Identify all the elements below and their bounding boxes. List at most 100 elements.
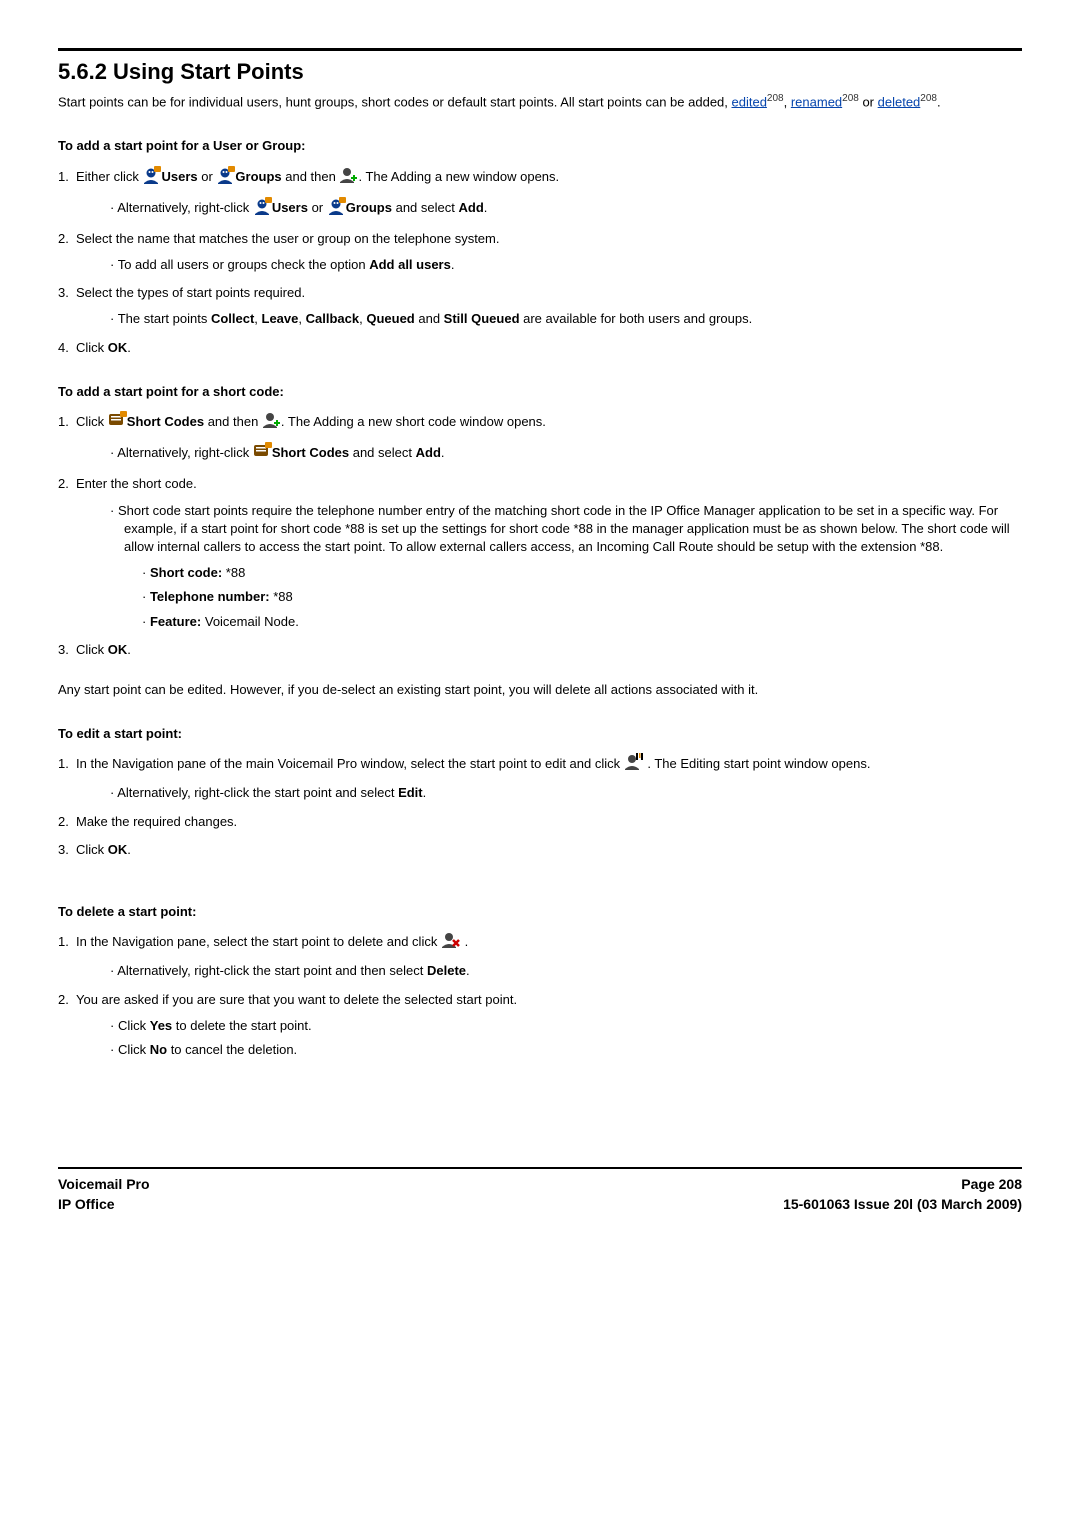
step1-sub-b: or	[308, 200, 327, 215]
short-codes-label-b: Short Codes	[272, 445, 349, 460]
ref-208-c: 208	[920, 93, 937, 104]
del-step1-sub: Alternatively, right-click the start poi…	[110, 962, 1022, 980]
ft-label: Feature:	[150, 614, 201, 629]
sc1-sub-a: Alternatively, right-click	[117, 445, 253, 460]
d2-text: You are asked if you are sure that you w…	[76, 992, 517, 1007]
edit-step-3: 3.Click OK.	[58, 841, 1022, 859]
edit-icon	[624, 753, 644, 776]
ref-208-b: 208	[842, 93, 859, 104]
callback-label: Callback	[306, 311, 359, 326]
steps-edit: 1.In the Navigation pane of the main Voi…	[58, 753, 1022, 859]
step1-text-a: Either click	[76, 169, 142, 184]
top-rule	[58, 48, 1022, 51]
e1-sub-b: .	[423, 785, 427, 800]
section-edit-heading: To edit a start point:	[58, 725, 1022, 743]
footer-page: Page 208	[783, 1175, 1022, 1195]
users-label: Users	[161, 169, 197, 184]
d2s2-a: Click	[118, 1042, 150, 1057]
d1-sub-b: .	[466, 963, 470, 978]
step2-sub-a: To add all users or groups check the opt…	[118, 257, 369, 272]
users-icon-b	[253, 197, 272, 220]
ref-208-a: 208	[767, 93, 784, 104]
sc-step-3: 3.Click OK.	[58, 641, 1022, 659]
step1-text-b: or	[198, 169, 217, 184]
sc-step1-sub: Alternatively, right-click Short Codes a…	[110, 442, 1022, 465]
add-icon	[339, 166, 358, 189]
link-deleted[interactable]: deleted	[878, 94, 921, 109]
e1-a: In the Navigation pane of the main Voice…	[76, 756, 624, 771]
footer-system: IP Office	[58, 1195, 150, 1215]
intro-paragraph: Start points can be for individual users…	[58, 92, 1022, 112]
footer-product: Voicemail Pro	[58, 1175, 150, 1195]
tn-val: *88	[270, 589, 293, 604]
sc-detail-shortcode: Short code: *88	[142, 564, 1022, 582]
no-label: No	[150, 1042, 167, 1057]
collect-label: Collect	[211, 311, 254, 326]
footer-rule	[58, 1167, 1022, 1169]
delete-icon	[441, 931, 461, 954]
step3-text: Select the types of start points require…	[76, 285, 305, 300]
groups-label: Groups	[235, 169, 281, 184]
sep-2: or	[859, 94, 878, 109]
short-codes-icon	[108, 411, 127, 434]
sc2-sub-para-text: Short code start points require the tele…	[118, 503, 1010, 554]
edit-intro-para: Any start point can be edited. However, …	[58, 681, 1022, 699]
groups-label-b: Groups	[346, 200, 392, 215]
d1-b: .	[461, 934, 468, 949]
d2s1-b: to delete the start point.	[172, 1018, 311, 1033]
sc-label: Short code:	[150, 565, 222, 580]
steps-add-user-group: 1.Either click Users or Groups and then …	[58, 166, 1022, 357]
link-renamed[interactable]: renamed	[791, 94, 842, 109]
yes-label: Yes	[150, 1018, 172, 1033]
step1-text-c: and then	[282, 169, 340, 184]
sep-1: ,	[784, 94, 791, 109]
sc1-sub-c: .	[441, 445, 445, 460]
d2s2-b: to cancel the deletion.	[167, 1042, 297, 1057]
step1-sub-c: and select	[392, 200, 459, 215]
edit-step-1: 1.In the Navigation pane of the main Voi…	[58, 753, 1022, 802]
del-step-1: 1.In the Navigation pane, select the sta…	[58, 931, 1022, 980]
edit-step1-sub: Alternatively, right-click the start poi…	[110, 784, 1022, 802]
step3-sub-and: and	[415, 311, 444, 326]
sc3-b: .	[127, 642, 131, 657]
ok-label-1: OK	[108, 340, 128, 355]
users-label-b: Users	[272, 200, 308, 215]
sc-detail-feature: Feature: Voicemail Node.	[142, 613, 1022, 631]
step2-sub: To add all users or groups check the opt…	[110, 256, 1022, 274]
intro-text-pre: Start points can be for individual users…	[58, 94, 732, 109]
short-codes-label: Short Codes	[127, 414, 204, 429]
e3-a: Click	[76, 842, 108, 857]
step-2: 2.Select the name that matches the user …	[58, 230, 1022, 274]
step2-text: Select the name that matches the user or…	[76, 231, 499, 246]
short-codes-icon-b	[253, 442, 272, 465]
sc-val: *88	[222, 565, 245, 580]
ok-label-3: OK	[108, 842, 128, 857]
d2s1-a: Click	[118, 1018, 150, 1033]
sc-detail-telephone: Telephone number: *88	[142, 588, 1022, 606]
queued-label: Queued	[366, 311, 414, 326]
step3-sub: The start points Collect, Leave, Callbac…	[110, 310, 1022, 328]
footer-issue: 15-601063 Issue 20l (03 March 2009)	[783, 1195, 1022, 1215]
sc2-sub-para: Short code start points require the tele…	[110, 502, 1022, 631]
step-3: 3.Select the types of start points requi…	[58, 284, 1022, 328]
step1-sub: Alternatively, right-click Users or Grou…	[110, 197, 1022, 220]
step4-a: Click	[76, 340, 108, 355]
add-label: Add	[458, 200, 483, 215]
link-edited[interactable]: edited	[732, 94, 767, 109]
step4-b: .	[127, 340, 131, 355]
sc1-sub-b: and select	[349, 445, 416, 460]
step1-text-d: . The Adding a new window opens.	[358, 169, 559, 184]
section-add-shortcode-heading: To add a start point for a short code:	[58, 383, 1022, 401]
steps-add-shortcode: 1.Click Short Codes and then . The Addin…	[58, 411, 1022, 659]
e3-b: .	[127, 842, 131, 857]
e2-text: Make the required changes.	[76, 814, 237, 829]
page-heading: 5.6.2 Using Start Points	[58, 57, 1022, 88]
edit-step-2: 2.Make the required changes.	[58, 813, 1022, 831]
tn-label: Telephone number:	[150, 589, 270, 604]
groups-icon-b	[327, 197, 346, 220]
delete-label: Delete	[427, 963, 466, 978]
sc1-c: . The Adding a new short code window ope…	[281, 414, 546, 429]
e1-sub-a: Alternatively, right-click the start poi…	[117, 785, 398, 800]
step-1: 1.Either click Users or Groups and then …	[58, 166, 1022, 220]
edit-label: Edit	[398, 785, 423, 800]
